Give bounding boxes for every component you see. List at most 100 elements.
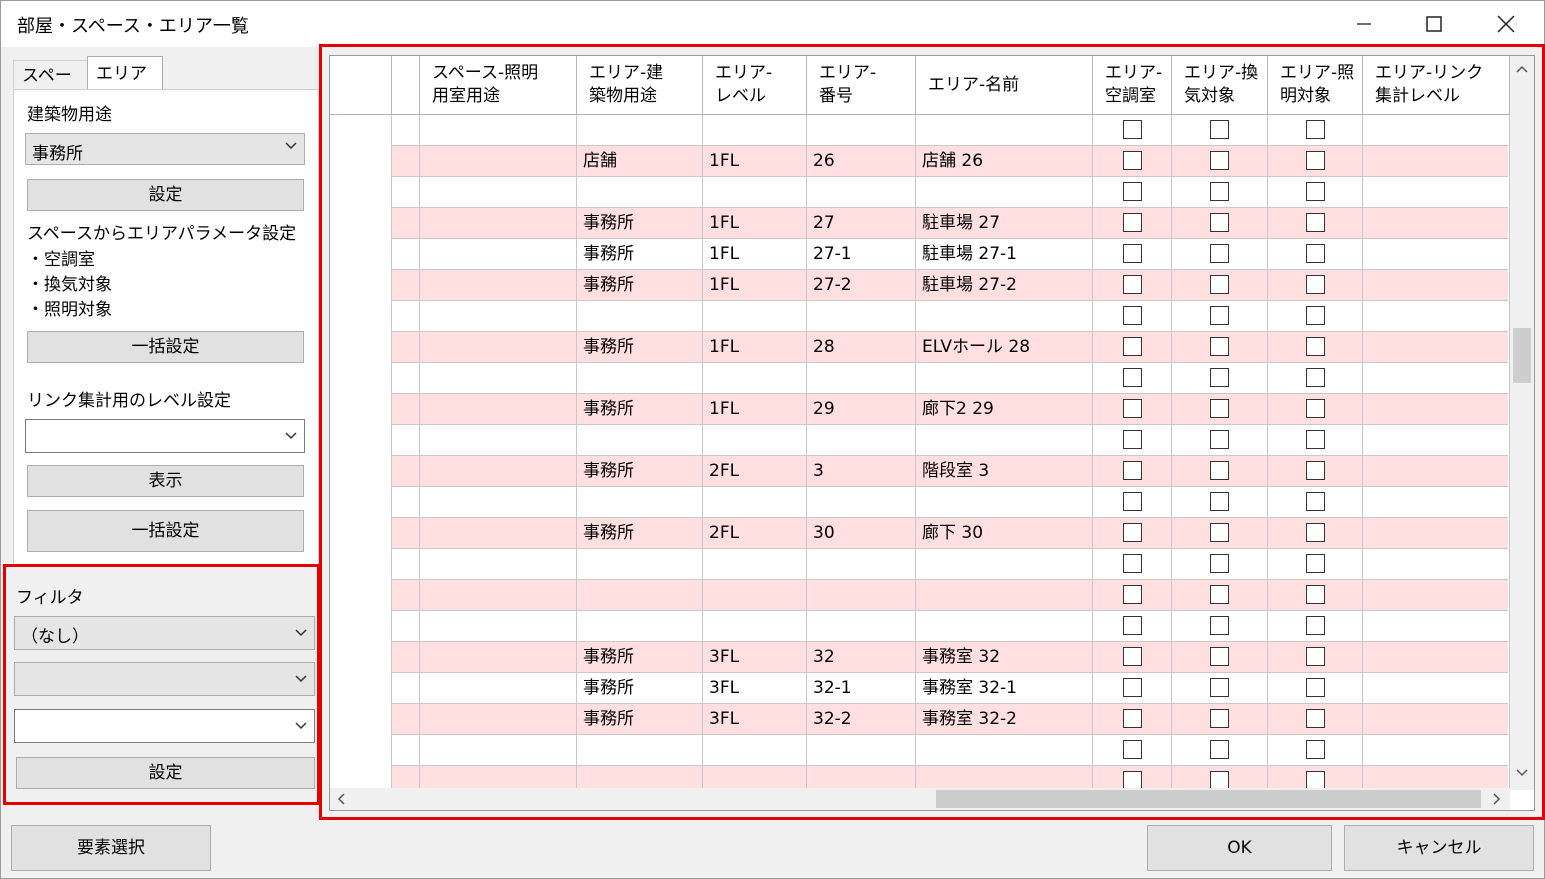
row-header[interactable]: [330, 456, 392, 487]
area-number-cell[interactable]: [807, 735, 916, 766]
row-select-cell[interactable]: [392, 735, 420, 766]
lighting-checkbox[interactable]: [1306, 461, 1325, 480]
area-level-cell[interactable]: [703, 363, 807, 394]
space-lighting-use-cell[interactable]: [420, 642, 577, 673]
area-link-level-cell[interactable]: [1363, 301, 1510, 332]
area-building-use-cell[interactable]: [577, 177, 703, 208]
row-select-cell[interactable]: [392, 146, 420, 177]
ventilation-checkbox[interactable]: [1210, 585, 1229, 604]
row-select-cell[interactable]: [392, 673, 420, 704]
aircon-checkbox[interactable]: [1123, 740, 1142, 759]
table-row[interactable]: [330, 301, 1510, 332]
area-level-cell[interactable]: 1FL: [703, 239, 807, 270]
lighting-checkbox[interactable]: [1306, 740, 1325, 759]
area-number-cell[interactable]: 32-1: [807, 673, 916, 704]
building-use-select[interactable]: 事務所: [25, 133, 305, 165]
lighting-checkbox[interactable]: [1306, 306, 1325, 325]
area-number-cell[interactable]: [807, 363, 916, 394]
area-link-level-cell[interactable]: [1363, 611, 1510, 642]
aircon-checkbox[interactable]: [1123, 182, 1142, 201]
row-select-cell[interactable]: [392, 394, 420, 425]
row-header[interactable]: [330, 115, 392, 146]
row-select-cell[interactable]: [392, 115, 420, 146]
area-number-cell[interactable]: [807, 611, 916, 642]
area-number-cell[interactable]: 27-2: [807, 270, 916, 301]
link-level-select[interactable]: [25, 419, 305, 453]
table-row[interactable]: [330, 549, 1510, 580]
area-number-cell[interactable]: [807, 580, 916, 611]
space-lighting-use-cell[interactable]: [420, 239, 577, 270]
area-link-level-cell[interactable]: [1363, 549, 1510, 580]
row-header[interactable]: [330, 301, 392, 332]
area-building-use-cell[interactable]: [577, 549, 703, 580]
row-select-cell[interactable]: [392, 208, 420, 239]
aircon-checkbox[interactable]: [1123, 306, 1142, 325]
lighting-checkbox[interactable]: [1306, 585, 1325, 604]
lighting-checkbox[interactable]: [1306, 492, 1325, 511]
aircon-checkbox[interactable]: [1123, 554, 1142, 573]
tab-area[interactable]: エリア: [87, 56, 163, 91]
row-select-cell[interactable]: [392, 332, 420, 363]
row-header[interactable]: [330, 673, 392, 704]
area-name-cell[interactable]: [916, 115, 1093, 146]
header-area-number[interactable]: エリア- 番号: [807, 56, 916, 114]
filter-select-2[interactable]: [14, 662, 315, 696]
filter-set-button[interactable]: 設定: [16, 757, 315, 789]
cancel-button[interactable]: キャンセル: [1344, 825, 1534, 871]
area-name-cell[interactable]: 事務室 32-1: [916, 673, 1093, 704]
area-building-use-cell[interactable]: 事務所: [577, 673, 703, 704]
row-header[interactable]: [330, 518, 392, 549]
area-link-level-cell[interactable]: [1363, 425, 1510, 456]
area-level-cell[interactable]: [703, 301, 807, 332]
space-lighting-use-cell[interactable]: [420, 735, 577, 766]
ventilation-checkbox[interactable]: [1210, 430, 1229, 449]
lighting-checkbox[interactable]: [1306, 709, 1325, 728]
aircon-checkbox[interactable]: [1123, 275, 1142, 294]
ventilation-checkbox[interactable]: [1210, 151, 1229, 170]
row-select-cell[interactable]: [392, 611, 420, 642]
space-lighting-use-cell[interactable]: [420, 115, 577, 146]
aircon-checkbox[interactable]: [1123, 430, 1142, 449]
area-name-cell[interactable]: [916, 363, 1093, 394]
row-header[interactable]: [330, 363, 392, 394]
area-number-cell[interactable]: 32-2: [807, 704, 916, 735]
space-lighting-use-cell[interactable]: [420, 704, 577, 735]
aircon-checkbox[interactable]: [1123, 151, 1142, 170]
area-link-level-cell[interactable]: [1363, 673, 1510, 704]
lighting-checkbox[interactable]: [1306, 647, 1325, 666]
area-level-cell[interactable]: 1FL: [703, 332, 807, 363]
area-link-level-cell[interactable]: [1363, 115, 1510, 146]
area-building-use-cell[interactable]: 事務所: [577, 704, 703, 735]
ventilation-checkbox[interactable]: [1210, 120, 1229, 139]
area-building-use-cell[interactable]: [577, 487, 703, 518]
area-number-cell[interactable]: 26: [807, 146, 916, 177]
space-lighting-use-cell[interactable]: [420, 332, 577, 363]
minimize-button[interactable]: [1329, 1, 1399, 47]
lighting-checkbox[interactable]: [1306, 182, 1325, 201]
scroll-down-icon[interactable]: [1515, 768, 1529, 778]
aircon-checkbox[interactable]: [1123, 368, 1142, 387]
table-row[interactable]: [330, 487, 1510, 518]
space-lighting-use-cell[interactable]: [420, 301, 577, 332]
header-area-aircon[interactable]: エリア- 空調室: [1093, 56, 1172, 114]
row-select-cell[interactable]: [392, 456, 420, 487]
row-header[interactable]: [330, 332, 392, 363]
ok-button[interactable]: OK: [1147, 825, 1332, 871]
row-header[interactable]: [330, 208, 392, 239]
area-building-use-cell[interactable]: [577, 611, 703, 642]
header-space-lighting-use[interactable]: スペース-照明 用室用途: [420, 56, 577, 114]
filter-select-1[interactable]: （なし）: [14, 616, 315, 650]
row-header[interactable]: [330, 549, 392, 580]
header-area-name[interactable]: エリア-名前: [916, 56, 1093, 114]
area-link-level-cell[interactable]: [1363, 177, 1510, 208]
area-level-cell[interactable]: [703, 115, 807, 146]
lighting-checkbox[interactable]: [1306, 399, 1325, 418]
ventilation-checkbox[interactable]: [1210, 244, 1229, 263]
area-name-cell[interactable]: 店舗 26: [916, 146, 1093, 177]
table-row[interactable]: 事務所 3FL 32 事務室 32: [330, 642, 1510, 673]
horizontal-scroll-thumb[interactable]: [936, 790, 1481, 808]
area-name-cell[interactable]: 廊下2 29: [916, 394, 1093, 425]
aircon-checkbox[interactable]: [1123, 213, 1142, 232]
area-building-use-cell[interactable]: 事務所: [577, 642, 703, 673]
area-level-cell[interactable]: 3FL: [703, 642, 807, 673]
